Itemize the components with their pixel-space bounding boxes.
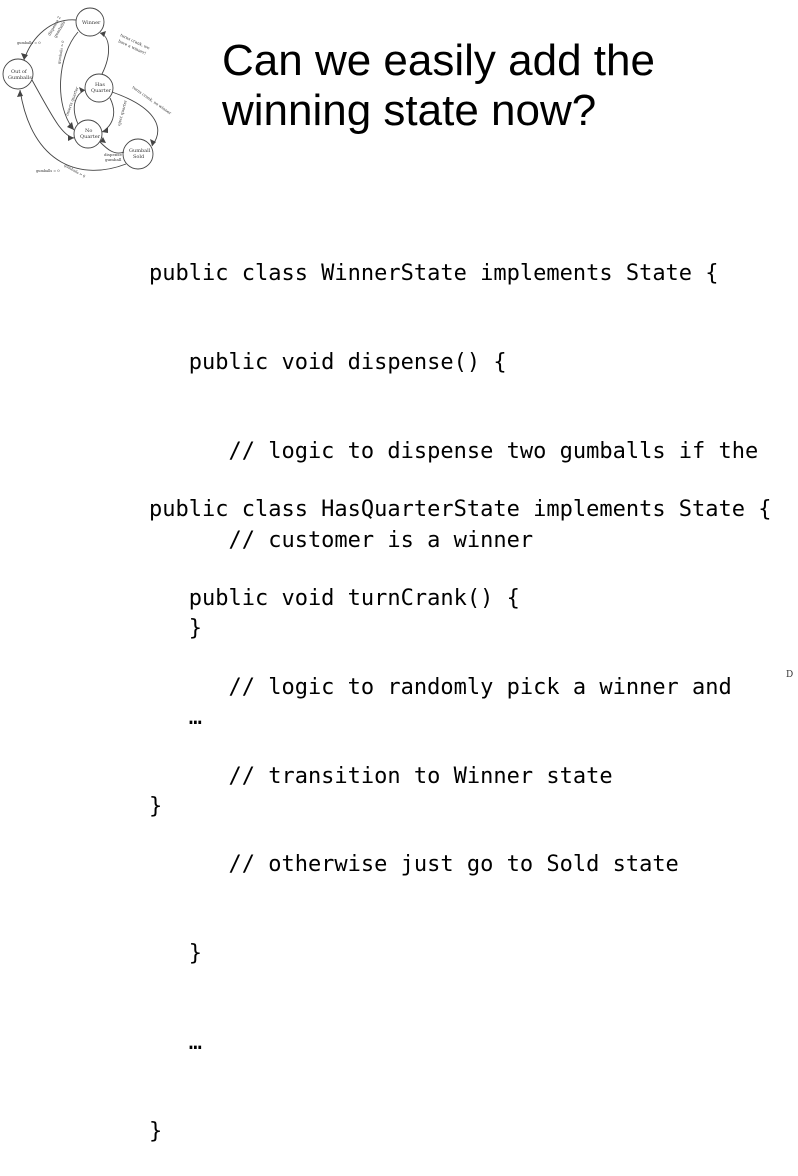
slide-title: Can we easily add the winning state now? [222, 36, 782, 136]
code-line: public class HasQuarterState implements … [149, 497, 772, 523]
label-insert-quarter: inserts quarter [64, 86, 79, 116]
label-eject-quarter: eject quarter [116, 99, 128, 126]
label-dispense-2: gumball [105, 157, 122, 162]
label-has-2: Quarter [91, 88, 112, 94]
arrow-hasquarter-to-noquarter [101, 97, 115, 133]
code-line: public void turnCrank() { [149, 585, 520, 611]
label-gumballs-gt0-b: gumballs > 0 [64, 163, 86, 178]
code-line: // logic to randomly pick a winner and [149, 674, 732, 700]
label-out-2: Gumballs [8, 75, 32, 81]
slide-title-line-2: winning state now? [222, 86, 597, 135]
footer-logo-mark: D [786, 670, 794, 680]
label-winner: Winner [82, 20, 101, 26]
arrow-hasquarter-to-winner [99, 32, 109, 75]
slide-title-line-1: Can we easily add the [222, 36, 655, 85]
label-gumballs-eq0-b: gumballs = 0 [36, 169, 60, 173]
code-line: // otherwise just go to Sold state [149, 852, 679, 878]
label-no-2: Quarter [80, 134, 101, 140]
code-line: // transition to Winner state [149, 763, 613, 789]
code-line: } [149, 1118, 163, 1144]
code-block-hasquarter-state: public class HasQuarterState implements … [149, 436, 772, 1176]
label-sold-2: Sold [133, 154, 145, 160]
label-crank-nowinner: turns crank, no winner [131, 85, 172, 116]
code-line: … [149, 1029, 202, 1055]
code-line: public void dispense() { [149, 349, 507, 375]
code-line: public class WinnerState implements Stat… [149, 261, 719, 287]
arrow-winner-to-out [23, 19, 77, 61]
code-line: } [149, 941, 202, 967]
state-diagram: Winner Out of Gumballs Has Quarter No Qu… [2, 7, 172, 178]
label-gumballs-eq0-a: gumballs = 0 [17, 41, 41, 45]
